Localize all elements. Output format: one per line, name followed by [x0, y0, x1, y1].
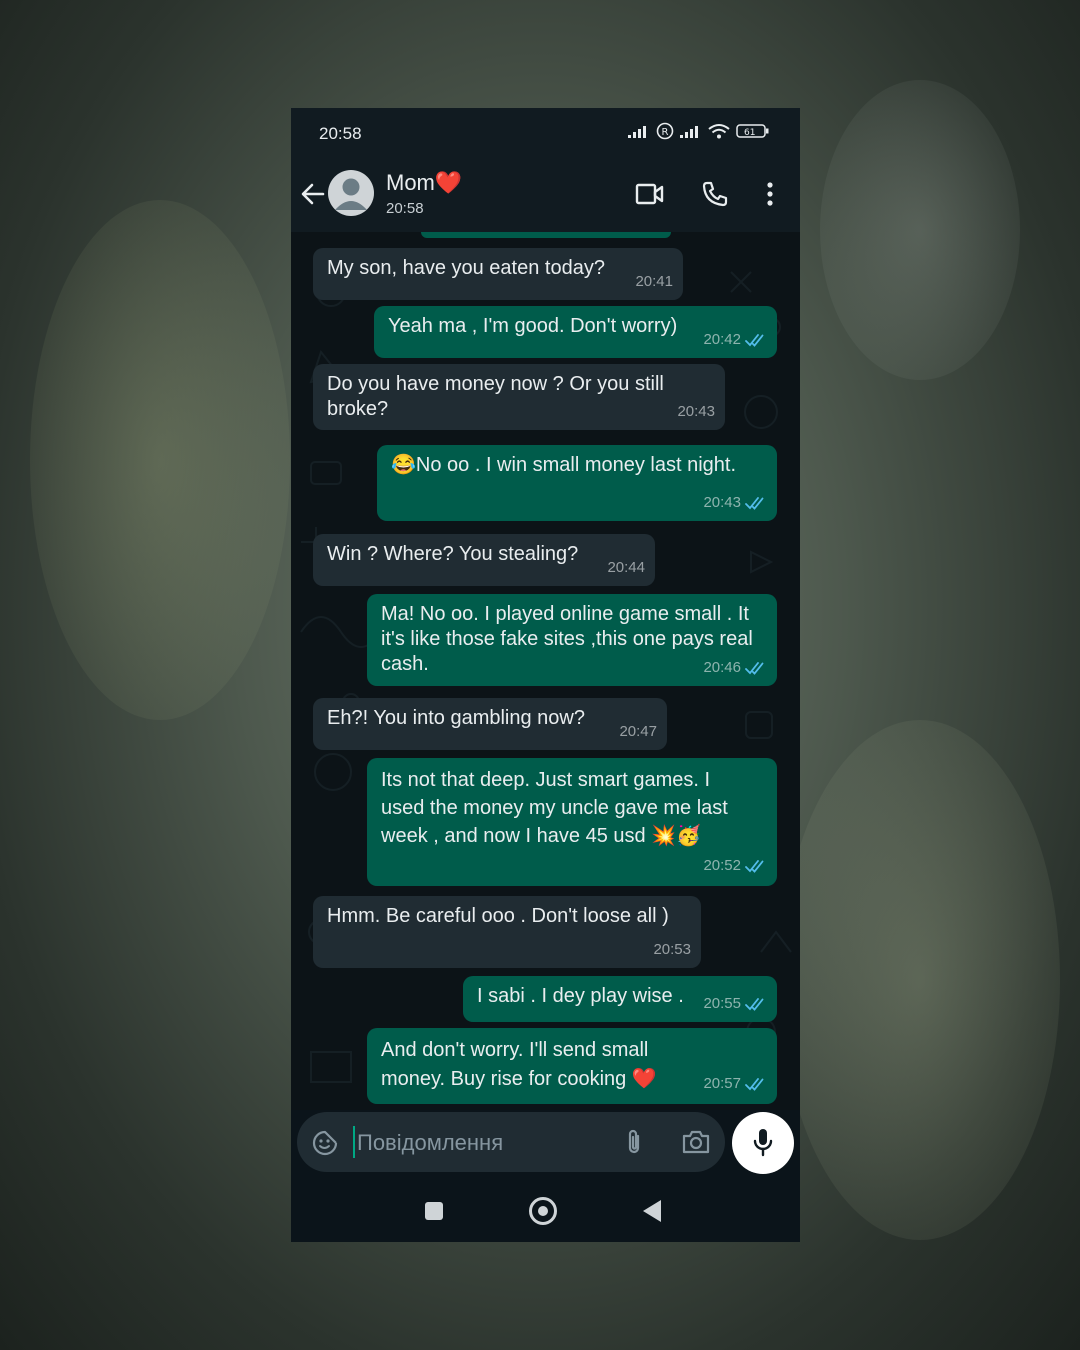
message-time: 20:43: [677, 403, 715, 420]
message-meta: 20:55: [703, 991, 767, 1016]
message-text: Yeah ma , I'm good. Don't worry): [388, 315, 678, 337]
message-meta: 20:47: [619, 719, 657, 744]
recents-button[interactable]: [425, 1202, 443, 1220]
message-text: Its not that deep. Just smart games. I u…: [381, 769, 728, 847]
roaming-icon: R: [656, 122, 674, 140]
message-time: 20:42: [703, 331, 741, 348]
message-meta: 20:43: [703, 490, 767, 515]
read-ticks-icon: [745, 860, 764, 873]
chat-area[interactable]: My son, have you eaten today? 20:41 Yeah…: [291, 232, 800, 1110]
message-text: And don't worry. I'll send small money. …: [381, 1039, 657, 1090]
message-time: 20:44: [607, 559, 645, 576]
battery-icon: 61: [736, 124, 769, 138]
message-outgoing[interactable]: I sabi . I dey play wise . 20:55: [463, 976, 777, 1022]
home-dot: [538, 1206, 548, 1216]
wifi-icon: [708, 124, 730, 139]
message-text: Eh?! You into gambling now?: [327, 707, 585, 729]
chat-header: Mom❤️ 20:58: [291, 158, 800, 232]
avatar[interactable]: [328, 170, 374, 216]
phone-screen: 20:58 R 61 Mom❤️ 20:58 My son, have you …: [291, 108, 800, 1242]
message-incoming[interactable]: Hmm. Be careful ooo . Don't loose all ) …: [313, 896, 701, 968]
video-call-icon[interactable]: [635, 182, 665, 206]
home-button[interactable]: [529, 1197, 557, 1225]
svg-text:R: R: [662, 127, 669, 138]
message-time: 20:43: [703, 494, 741, 511]
message-time: 20:47: [619, 723, 657, 740]
message-outgoing[interactable]: 😂No oo . I win small money last night. 2…: [377, 445, 777, 521]
message-incoming[interactable]: Eh?! You into gambling now? 20:47: [313, 698, 667, 750]
message-text: Do you have money now ? Or you still bro…: [327, 373, 664, 420]
message-time: 20:41: [635, 273, 673, 290]
read-ticks-icon: [745, 997, 764, 1011]
camera-icon[interactable]: [681, 1129, 711, 1155]
person-icon: [335, 178, 367, 210]
message-incoming[interactable]: Do you have money now ? Or you still bro…: [313, 364, 725, 430]
more-vert-icon[interactable]: [763, 180, 777, 208]
message-time: 20:46: [703, 659, 741, 676]
back-arrow-icon[interactable]: [299, 180, 327, 208]
battery-level: 61: [744, 128, 755, 138]
read-ticks-icon: [745, 496, 764, 510]
message-time: 20:52: [703, 857, 741, 874]
contact-name-text: Mom: [386, 170, 435, 195]
message-meta: 20:42: [703, 327, 767, 352]
mic-button[interactable]: [732, 1112, 794, 1174]
message-text: Hmm. Be careful ooo . Don't loose all ): [327, 905, 669, 927]
message-meta: 20:52: [703, 852, 767, 880]
read-ticks-icon: [745, 1077, 764, 1091]
message-outgoing[interactable]: And don't worry. I'll send small money. …: [367, 1028, 777, 1104]
message-meta: 20:43: [677, 399, 715, 424]
signal-icon-2: [680, 126, 698, 138]
system-nav-bar: [291, 1180, 800, 1242]
contact-name[interactable]: Mom❤️: [386, 170, 462, 196]
phone-call-icon[interactable]: [701, 180, 729, 208]
status-time: 20:58: [319, 124, 362, 143]
message-text: 😂No oo . I win small money last night.: [391, 454, 737, 476]
message-text: Win ? Where? You stealing?: [327, 543, 579, 565]
message-time: 20:55: [703, 995, 741, 1012]
message-incoming[interactable]: My son, have you eaten today? 20:41: [313, 248, 683, 300]
message-meta: 20:44: [607, 555, 645, 580]
status-bar: 20:58 R 61: [291, 108, 800, 158]
message-text: My son, have you eaten today?: [327, 257, 605, 279]
message-time: 20:53: [653, 941, 691, 958]
previous-message-edge: [421, 232, 671, 238]
read-ticks-icon: [745, 333, 764, 347]
read-ticks-icon: [745, 661, 764, 675]
last-seen: 20:58: [386, 200, 424, 217]
status-icons: R 61: [628, 122, 770, 140]
message-text: I sabi . I dey play wise .: [477, 985, 684, 1007]
message-meta: 20:46: [703, 655, 767, 680]
message-time: 20:57: [703, 1075, 741, 1092]
message-outgoing[interactable]: Yeah ma , I'm good. Don't worry) 20:42: [374, 306, 777, 358]
message-outgoing[interactable]: Ma! No oo. I played online game small . …: [367, 594, 777, 686]
message-composer[interactable]: Повідомлення: [297, 1112, 725, 1172]
nav-back-button[interactable]: [643, 1200, 661, 1222]
message-input[interactable]: Повідомлення: [357, 1130, 503, 1156]
message-meta: 20:57: [703, 1069, 767, 1098]
heart-icon: ❤️: [434, 170, 463, 195]
signal-icon: [628, 126, 646, 138]
message-outgoing[interactable]: Its not that deep. Just smart games. I u…: [367, 758, 777, 886]
mic-icon: [753, 1129, 773, 1157]
sticker-emoji-icon[interactable]: [311, 1129, 339, 1157]
message-meta: 20:53: [653, 937, 691, 962]
attach-icon[interactable]: [625, 1128, 643, 1156]
message-meta: 20:41: [635, 269, 673, 294]
message-incoming[interactable]: Win ? Where? You stealing? 20:44: [313, 534, 655, 586]
text-cursor: [353, 1126, 355, 1158]
message-text: Ma! No oo. I played online game small . …: [381, 603, 753, 675]
